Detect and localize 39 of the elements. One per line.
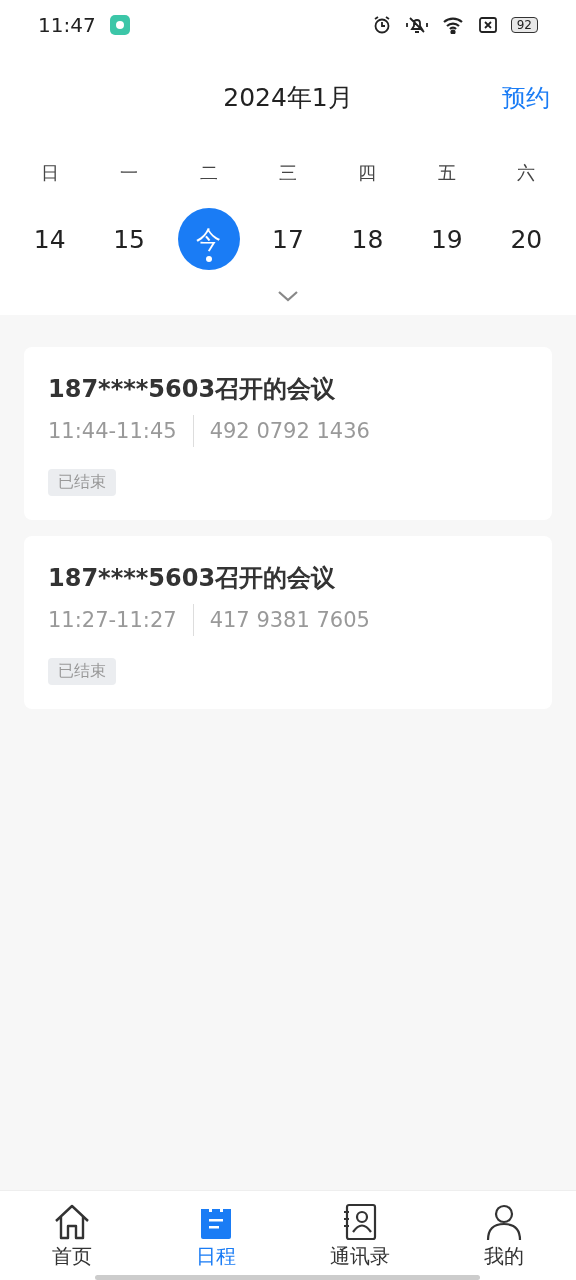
nav-tab[interactable]: 通讯录 xyxy=(330,1191,390,1270)
meeting-time: 11:27-11:27 xyxy=(48,608,177,632)
alarm-icon xyxy=(372,16,391,34)
calendar-day[interactable]: 15 xyxy=(98,208,161,270)
wifi-icon xyxy=(442,16,465,34)
weekday-label: 日 xyxy=(39,161,60,185)
status-tag: 已结束 xyxy=(48,469,116,496)
sim-off-icon xyxy=(478,16,497,34)
meeting-time: 11:44-11:45 xyxy=(48,419,177,443)
weekday-label: 四 xyxy=(357,161,378,185)
contact-book-icon xyxy=(341,1203,379,1241)
meeting-title: 187****5603召开的会议 xyxy=(48,563,337,594)
calendar-day[interactable]: 18 xyxy=(336,208,399,270)
calendar-day[interactable]: 17 xyxy=(257,208,319,270)
calendar-day[interactable]: 20 xyxy=(495,208,558,270)
meeting-id: 417 9381 7605 xyxy=(209,608,370,632)
nav-tab[interactable]: 日程 xyxy=(196,1191,236,1270)
nav-tab[interactable]: 首页 xyxy=(52,1191,92,1270)
chevron-down-icon[interactable] xyxy=(277,290,299,302)
weekday-label: 六 xyxy=(516,161,537,185)
battery-indicator: 92 xyxy=(510,17,538,33)
person-icon xyxy=(485,1203,523,1241)
muted-bell-icon xyxy=(404,16,429,34)
app-notification-icon xyxy=(109,15,130,35)
calendar-day[interactable]: 14 xyxy=(18,208,81,270)
meeting-title: 187****5603召开的会议 xyxy=(48,374,337,405)
weekday-label: 一 xyxy=(119,161,140,185)
book-meeting-link[interactable]: 预约 xyxy=(502,81,550,114)
calendar-day[interactable]: 19 xyxy=(415,208,478,270)
home-icon xyxy=(53,1203,91,1241)
meeting-id: 492 0792 1436 xyxy=(209,419,370,443)
status-tag: 已结束 xyxy=(48,658,116,685)
nav-tab[interactable]: 我的 xyxy=(484,1191,524,1270)
clock-time: 11:47 xyxy=(38,13,96,37)
month-title: 2024年1月 xyxy=(223,82,353,114)
weekday-label: 五 xyxy=(436,161,457,185)
weekday-label: 三 xyxy=(278,161,298,185)
calendar-day[interactable]: 今 xyxy=(177,208,240,270)
weekday-label: 二 xyxy=(198,161,219,185)
